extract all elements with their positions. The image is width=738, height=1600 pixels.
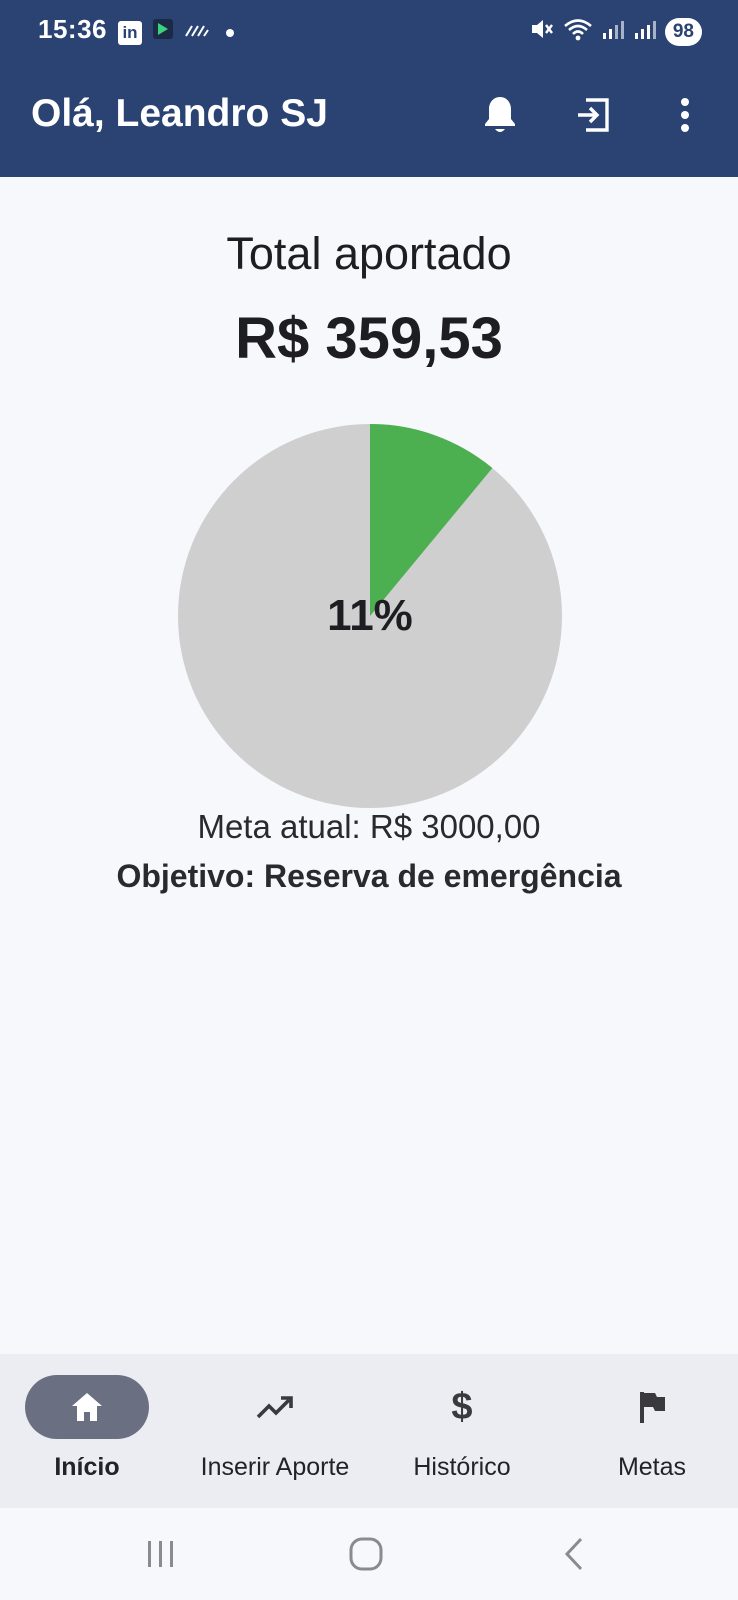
home-button[interactable] [336, 1530, 396, 1578]
back-icon [564, 1537, 583, 1571]
recents-button[interactable] [131, 1530, 191, 1578]
status-bar: 15:36 in 98 [0, 0, 738, 62]
nav-label-inicio: Início [54, 1453, 120, 1481]
notifications-button[interactable] [477, 92, 523, 138]
progress-pie-chart: 11% [176, 422, 564, 810]
current-goal-label: Meta atual: R$ 3000,00 [197, 808, 541, 845]
home-icon [72, 1393, 102, 1421]
battery-indicator: 98 [664, 17, 702, 46]
more-options-button[interactable] [662, 92, 708, 138]
total-amount: R$ 359,53 [235, 306, 503, 371]
nav-icon-container: $ [400, 1375, 524, 1439]
bell-icon [485, 97, 515, 132]
home-circle-icon [349, 1537, 383, 1571]
recents-icon [148, 1541, 173, 1567]
cell-signal-2-icon [633, 17, 657, 46]
nav-item-inserir-aporte[interactable]: Inserir Aporte [188, 1354, 362, 1508]
dollar-icon: $ [451, 1386, 473, 1428]
nav-icon-container [590, 1375, 714, 1439]
nav-active-indicator [25, 1375, 149, 1439]
logout-button[interactable] [570, 92, 616, 138]
status-notification-icons: in [118, 18, 234, 47]
system-navigation-bar [0, 1508, 738, 1600]
nav-item-metas[interactable]: Metas [590, 1354, 714, 1508]
mute-icon [529, 16, 555, 47]
signal-icon [184, 20, 210, 45]
cell-signal-icon [601, 17, 625, 46]
trending-up-icon [256, 1396, 293, 1419]
nav-label-historico: Histórico [413, 1453, 511, 1481]
status-system-icons: 98 [529, 16, 702, 47]
objective-label: Objetivo: Reserva de emergência [116, 858, 622, 894]
more-notifications-dot [226, 28, 234, 37]
greeting-title: Olá, Leandro SJ [31, 92, 328, 135]
bottom-navigation: Início Inserir Aporte $ Histórico Metas [0, 1354, 738, 1508]
app-bar: 15:36 in 98 Olá, Leandro SJ [0, 0, 738, 177]
back-button[interactable] [544, 1530, 604, 1578]
logout-icon [578, 98, 609, 132]
total-title: Total aportado [226, 228, 512, 279]
nav-icon-container [213, 1375, 337, 1439]
more-vert-icon [681, 98, 689, 132]
nav-item-historico[interactable]: $ Histórico [400, 1354, 524, 1508]
nav-label-inserir-aporte: Inserir Aporte [200, 1453, 350, 1481]
wifi-icon [563, 16, 593, 47]
flag-icon [640, 1392, 665, 1423]
linkedin-icon: in [118, 20, 142, 45]
nav-item-inicio[interactable]: Início [25, 1354, 149, 1508]
nav-label-metas: Metas [617, 1453, 687, 1481]
app-icon [152, 18, 174, 47]
progress-percent-label: 11% [327, 591, 413, 640]
status-time: 15:36 [38, 14, 107, 44]
